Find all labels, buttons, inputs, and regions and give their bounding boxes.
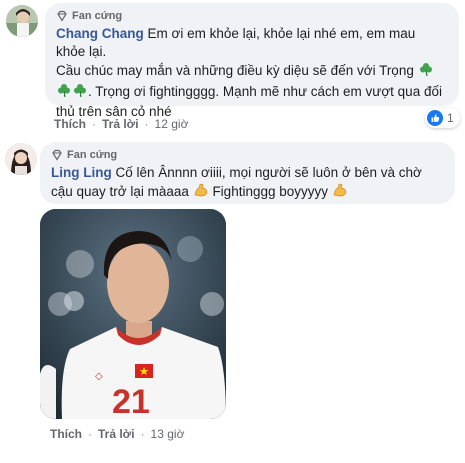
comment-bubble-1: Fan cứng Chang Chang Em ơi em khỏe lại, …: [45, 3, 459, 119]
comment-actions-1: Thích · Trả lời · 12 giờ: [54, 117, 188, 131]
diamond-icon: [57, 10, 67, 22]
comment-body-2: Fightinggg boyyyyy: [208, 184, 332, 200]
like-link[interactable]: Thích: [54, 117, 86, 131]
avatar-chang-chang[interactable]: [6, 5, 38, 37]
author-name[interactable]: Ling Ling: [51, 165, 112, 180]
timestamp[interactable]: 12 giờ: [155, 117, 189, 131]
separator-dot: ·: [140, 427, 145, 441]
reaction-count-value: 1: [447, 111, 454, 125]
comment-text: Ling Ling Cố lên Ânnnn ơiiii, mọi người …: [51, 164, 444, 203]
reaction-count[interactable]: 1: [425, 108, 460, 128]
like-link[interactable]: Thích: [50, 427, 82, 441]
comment-photo[interactable]: ◇ 21: [40, 209, 226, 419]
flexed-biceps-icon: [332, 182, 348, 203]
comment-text-1: Chang Chang Em ơi em khỏe lại, khỏe lại …: [56, 25, 448, 61]
fan-badge-label: Fan cứng: [72, 10, 123, 22]
avatar-ling-ling[interactable]: [5, 143, 37, 175]
fan-badge: Fan cứng: [51, 148, 444, 162]
separator-dot: ·: [88, 427, 92, 441]
jersey-logo: ◇: [95, 371, 103, 382]
comment-body-2b: . Trọng ơi fightingggg. Mạnh mẽ như cách…: [56, 84, 442, 119]
flexed-biceps-icon: [193, 182, 209, 203]
jersey-number: 21: [112, 383, 150, 419]
shamrock-icon: [72, 82, 88, 103]
separator-dot: ·: [92, 117, 96, 131]
fan-badge: Fan cứng: [56, 9, 448, 23]
comment-bubble-2: Fan cứng Ling Ling Cố lên Ânnnn ơiiii, m…: [40, 142, 455, 204]
shamrock-icon: [418, 61, 434, 82]
reply-link[interactable]: Trả lời: [102, 117, 139, 131]
separator-dot: ·: [144, 117, 149, 131]
comment-text-2: Cầu chúc may mắn và những điều kỳ diệu s…: [56, 61, 448, 121]
author-name[interactable]: Chang Chang: [56, 26, 144, 41]
reply-link[interactable]: Trả lời: [98, 427, 135, 441]
timestamp[interactable]: 13 giờ: [151, 427, 185, 441]
diamond-icon: [52, 149, 62, 161]
comment-actions-2: Thích · Trả lời · 13 giờ: [50, 427, 184, 441]
shamrock-icon: [56, 82, 72, 103]
comment-body-2a: Cầu chúc may mắn và những điều kỳ diệu s…: [56, 63, 418, 79]
thumbs-up-icon: [427, 110, 443, 126]
fan-badge-label: Fan cứng: [67, 149, 118, 161]
